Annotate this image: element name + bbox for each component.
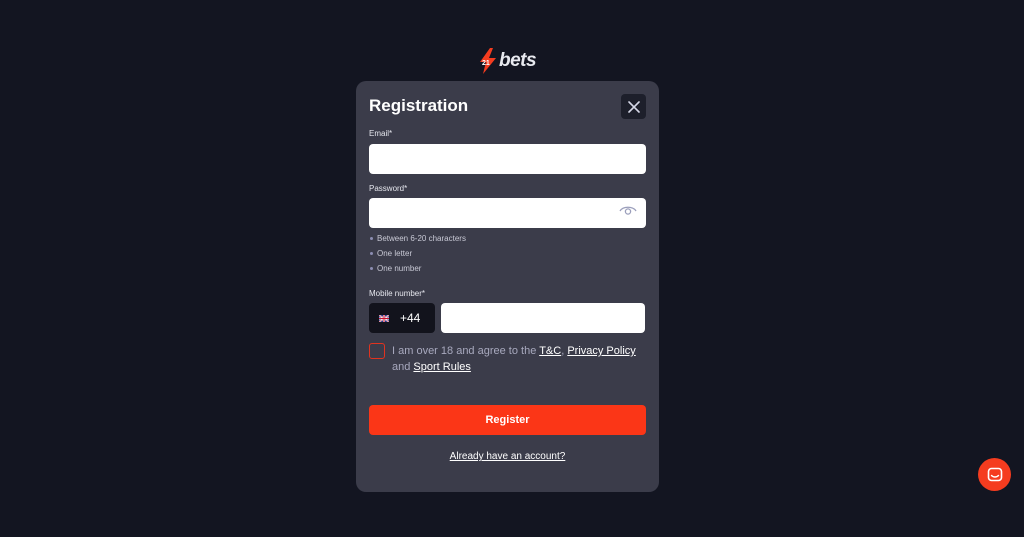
email-field[interactable]	[369, 144, 646, 174]
login-link[interactable]: Already have an account?	[450, 451, 566, 462]
sport-rules-link[interactable]: Sport Rules	[413, 361, 470, 373]
privacy-policy-link[interactable]: Privacy Policy	[567, 345, 635, 357]
mobile-number-field[interactable]	[441, 303, 645, 333]
register-button[interactable]: Register	[369, 405, 646, 435]
password-label: Password*	[369, 184, 408, 193]
password-rule: One number	[369, 263, 466, 278]
email-label: Email*	[369, 129, 393, 138]
uk-flag-icon	[379, 314, 389, 322]
tc-link[interactable]: T&C	[539, 345, 561, 357]
chat-icon	[987, 467, 1002, 481]
close-icon	[627, 100, 640, 113]
agree-checkbox[interactable]	[369, 343, 385, 359]
registration-modal: Registration Email* Password* Between 6-…	[356, 81, 659, 492]
password-rule: Between 6-20 characters	[369, 233, 466, 248]
logo-mark: 21	[477, 48, 499, 74]
mobile-label: Mobile number*	[369, 289, 426, 298]
modal-title: Registration	[369, 96, 469, 115]
logo-text: bets	[499, 50, 537, 71]
close-button[interactable]	[621, 94, 646, 119]
password-rules: Between 6-20 characters One letter One n…	[369, 233, 466, 278]
dial-code: +44	[400, 311, 421, 325]
eye-icon[interactable]	[619, 205, 637, 217]
login-link-container: Already have an account?	[356, 451, 659, 462]
agree-text: I am over 18 and agree to the T&C, Priva…	[392, 345, 636, 373]
chat-button[interactable]	[978, 458, 1011, 491]
country-code-select[interactable]: +44	[369, 303, 435, 333]
password-rule: One letter	[369, 248, 466, 263]
svg-text:21: 21	[482, 60, 490, 67]
password-field[interactable]	[369, 198, 646, 228]
brand-logo: 21 bets	[477, 48, 537, 74]
